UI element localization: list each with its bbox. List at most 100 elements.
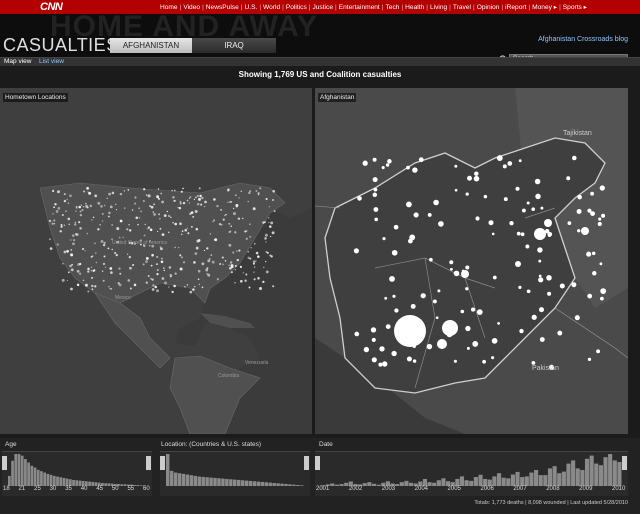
- hometown-dot[interactable]: [85, 202, 87, 205]
- casualty-marker[interactable]: [521, 208, 526, 213]
- hometown-dot[interactable]: [189, 196, 192, 199]
- hometown-dot[interactable]: [168, 266, 172, 269]
- hometown-dot[interactable]: [79, 262, 82, 266]
- hometown-dot[interactable]: [131, 209, 134, 211]
- hometown-dot[interactable]: [63, 193, 66, 196]
- hometown-dot[interactable]: [239, 279, 243, 283]
- casualty-marker[interactable]: [547, 291, 552, 296]
- hometown-dot[interactable]: [104, 266, 107, 268]
- hometown-dot[interactable]: [135, 216, 139, 220]
- hometown-dot[interactable]: [163, 267, 165, 269]
- casualty-marker[interactable]: [546, 275, 552, 281]
- hometown-dot[interactable]: [221, 256, 224, 259]
- hometown-dot[interactable]: [76, 283, 80, 287]
- hometown-dot[interactable]: [100, 205, 103, 208]
- hometown-dot[interactable]: [160, 192, 163, 195]
- nav-link[interactable]: World: [263, 4, 280, 11]
- hometown-dot[interactable]: [101, 270, 104, 273]
- casualty-marker[interactable]: [406, 201, 412, 208]
- hometown-dot[interactable]: [268, 217, 270, 219]
- hometown-dot[interactable]: [182, 201, 186, 205]
- hometown-dot[interactable]: [79, 226, 82, 230]
- hometown-dot[interactable]: [118, 283, 122, 287]
- hometown-dot[interactable]: [205, 268, 209, 272]
- casualty-marker[interactable]: [429, 257, 433, 262]
- hometown-dot[interactable]: [228, 243, 232, 247]
- casualty-marker[interactable]: [379, 346, 385, 352]
- hometown-dot[interactable]: [171, 290, 174, 294]
- casualty-marker[interactable]: [571, 282, 577, 288]
- hometown-dot[interactable]: [173, 284, 176, 288]
- hometown-dot[interactable]: [100, 240, 104, 243]
- hometown-dot[interactable]: [152, 284, 155, 287]
- hometown-dot[interactable]: [52, 213, 54, 215]
- hometown-dot[interactable]: [67, 271, 70, 274]
- hometown-dot[interactable]: [177, 206, 179, 209]
- hometown-dot[interactable]: [166, 210, 168, 213]
- casualty-marker[interactable]: [473, 175, 480, 182]
- casualty-marker[interactable]: [372, 177, 378, 183]
- hometown-dot[interactable]: [233, 212, 236, 216]
- hometown-dot[interactable]: [194, 210, 198, 213]
- hometown-dot[interactable]: [74, 233, 78, 236]
- hometown-dot[interactable]: [182, 187, 184, 190]
- hometown-dot[interactable]: [79, 213, 83, 217]
- nav-link[interactable]: Opinion: [477, 4, 500, 11]
- casualty-marker[interactable]: [437, 342, 440, 346]
- hometown-dot[interactable]: [252, 260, 256, 263]
- hometown-dot[interactable]: [119, 192, 123, 196]
- casualty-marker[interactable]: [531, 314, 537, 320]
- hometown-dot[interactable]: [115, 253, 118, 257]
- hometown-dot[interactable]: [206, 273, 208, 275]
- casualty-marker[interactable]: [586, 251, 592, 257]
- casualty-marker[interactable]: [454, 188, 458, 192]
- hometown-dot[interactable]: [244, 230, 247, 233]
- hometown-dot[interactable]: [194, 196, 198, 199]
- casualty-marker[interactable]: [406, 165, 410, 170]
- hometown-dot[interactable]: [87, 290, 90, 293]
- hometown-dot[interactable]: [229, 261, 233, 264]
- hometown-dot[interactable]: [140, 210, 143, 213]
- hometown-dot[interactable]: [197, 278, 200, 281]
- hometown-dot[interactable]: [80, 204, 83, 206]
- casualty-marker[interactable]: [465, 192, 469, 196]
- casualty-marker[interactable]: [391, 350, 397, 357]
- hometown-dot[interactable]: [70, 239, 72, 241]
- casualty-marker[interactable]: [540, 206, 544, 210]
- casualty-marker[interactable]: [519, 328, 524, 334]
- hometown-dot[interactable]: [61, 278, 65, 282]
- list-view-link[interactable]: List view: [39, 58, 64, 65]
- hometown-dot[interactable]: [81, 247, 85, 251]
- casualty-marker[interactable]: [363, 346, 370, 353]
- hometown-dot[interactable]: [232, 251, 235, 254]
- hometown-dot[interactable]: [216, 278, 220, 281]
- casualty-marker[interactable]: [426, 343, 433, 350]
- hometown-dot[interactable]: [201, 262, 205, 266]
- casualty-marker[interactable]: [488, 220, 494, 226]
- hometown-dot[interactable]: [240, 190, 242, 192]
- casualty-marker[interactable]: [382, 237, 386, 241]
- hometown-dot[interactable]: [192, 215, 195, 218]
- casualty-marker[interactable]: [474, 171, 479, 176]
- nav-link[interactable]: Justice: [312, 4, 333, 11]
- hometown-dot[interactable]: [82, 205, 85, 208]
- casualty-marker[interactable]: [381, 361, 388, 367]
- hometown-dot[interactable]: [174, 246, 176, 249]
- hometown-dot[interactable]: [156, 255, 159, 258]
- casualty-marker[interactable]: [372, 192, 378, 198]
- casualty-marker[interactable]: [544, 219, 552, 227]
- casualty-marker[interactable]: [454, 164, 458, 168]
- casualty-marker[interactable]: [362, 160, 368, 166]
- nav-link[interactable]: Tech: [386, 4, 400, 11]
- hometown-dot[interactable]: [216, 204, 219, 208]
- hometown-dot[interactable]: [203, 249, 206, 252]
- hometown-dot[interactable]: [91, 219, 93, 221]
- hometown-dot[interactable]: [110, 271, 113, 274]
- hometown-dot[interactable]: [209, 258, 211, 260]
- hometown-dot[interactable]: [238, 197, 240, 199]
- hometown-dot[interactable]: [168, 286, 170, 288]
- hometown-dot[interactable]: [82, 279, 85, 282]
- hometown-dot[interactable]: [149, 228, 153, 232]
- hometown-dot[interactable]: [179, 202, 182, 205]
- hometown-dot[interactable]: [189, 290, 193, 294]
